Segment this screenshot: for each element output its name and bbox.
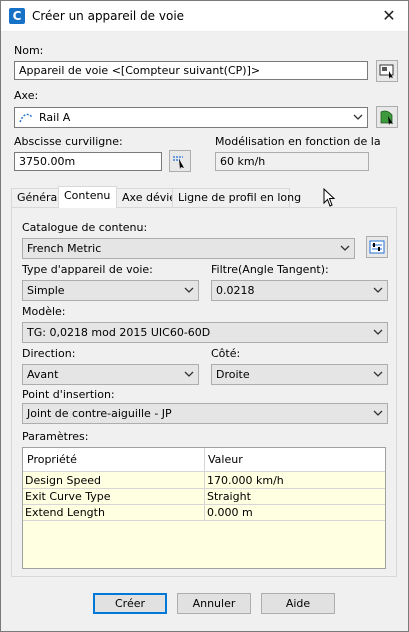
filter-label: Filtre(Angle Tangent):	[211, 263, 329, 276]
help-button[interactable]: Aide	[261, 593, 335, 614]
chevron-down-icon	[373, 371, 383, 377]
insertion-point-select[interactable]: Joint de contre-aiguille - JP	[22, 403, 388, 424]
axis-select-value: Rail A	[39, 111, 71, 124]
pick-from-drawing-icon	[380, 110, 393, 125]
model-select[interactable]: TG: 0,0218 mod 2015 UIC60-60D	[22, 322, 388, 343]
tab-diverging-axis[interactable]: Axe dévié	[116, 188, 176, 207]
name-template-icon	[379, 64, 394, 79]
table-row[interactable]: Exit Curve Type Straight	[23, 489, 385, 505]
chevron-down-icon	[373, 329, 383, 335]
model-value: TG: 0,0218 mod 2015 UIC60-60D	[27, 326, 211, 339]
column-header-property[interactable]: Propriété	[27, 453, 77, 466]
app-logo-icon: C	[9, 8, 25, 24]
column-header-value[interactable]: Valeur	[208, 453, 243, 466]
direction-value: Avant	[27, 368, 59, 381]
catalog-select-value: French Metric	[27, 242, 102, 255]
turnout-type-value: Simple	[27, 284, 65, 297]
model-label: Modèle:	[22, 305, 66, 318]
chevron-down-icon	[373, 410, 383, 416]
axis-label: Axe:	[14, 89, 39, 102]
close-button[interactable]: ✕	[380, 7, 398, 25]
tab-general[interactable]: Général	[11, 188, 60, 207]
catalog-browse-button[interactable]	[366, 236, 388, 258]
station-pick-button[interactable]	[169, 150, 191, 172]
value-cell[interactable]: 0.000 m	[207, 506, 253, 519]
create-button[interactable]: Créer	[93, 593, 167, 614]
table-row[interactable]: Design Speed 170.000 km/h	[23, 473, 385, 489]
filter-value: 0.0218	[216, 284, 255, 297]
catalog-select[interactable]: French Metric	[22, 238, 355, 259]
name-template-button[interactable]	[376, 60, 398, 82]
axis-pick-button[interactable]	[376, 106, 398, 128]
cancel-button[interactable]: Annuler	[177, 593, 251, 614]
design-speed-label: Modélisation en fonction de la	[215, 135, 381, 148]
tab-profile[interactable]: Ligne de profil en long	[172, 188, 301, 207]
turnout-type-select[interactable]: Simple	[22, 280, 199, 301]
chevron-down-icon	[340, 245, 350, 251]
side-value: Droite	[216, 368, 250, 381]
insertion-point-value: Joint de contre-aiguille - JP	[27, 407, 172, 420]
side-label: Côté:	[211, 347, 241, 360]
catalog-settings-icon	[369, 240, 385, 254]
insertion-point-label: Point d'insertion:	[22, 388, 115, 401]
dialog-window: C Créer un appareil de voie ✕ Nom: Appar…	[0, 0, 409, 632]
chevron-down-icon	[184, 287, 194, 293]
property-cell: Extend Length	[25, 506, 105, 519]
catalog-label: Catalogue de contenu:	[22, 221, 148, 234]
property-cell: Exit Curve Type	[25, 490, 111, 503]
axis-select[interactable]: Rail A	[14, 107, 368, 128]
chevron-down-icon	[373, 287, 383, 293]
name-field[interactable]: Appareil de voie <[Compteur suivant(CP)]…	[14, 61, 368, 80]
direction-select[interactable]: Avant	[22, 364, 199, 385]
chevron-down-icon	[184, 371, 194, 377]
title-bar: C Créer un appareil de voie ✕	[1, 1, 408, 32]
mouse-cursor-icon	[323, 188, 336, 207]
parameters-grid: Propriété Valeur Design Speed 170.000 km…	[22, 447, 386, 569]
chevron-down-icon	[353, 114, 363, 120]
value-cell[interactable]: 170.000 km/h	[207, 474, 284, 487]
parameters-label: Paramètres:	[22, 430, 89, 443]
alignment-icon	[19, 113, 33, 123]
filter-select[interactable]: 0.0218	[211, 280, 388, 301]
name-label: Nom:	[14, 44, 44, 57]
pick-station-icon	[173, 156, 184, 169]
design-speed-field: 60 km/h	[215, 152, 369, 171]
direction-label: Direction:	[22, 347, 76, 360]
station-field[interactable]: 3750.00m	[14, 152, 162, 171]
station-label: Abscisse curviligne:	[14, 135, 123, 148]
window-title: Créer un appareil de voie	[32, 9, 185, 23]
tab-content[interactable]: Contenu	[58, 186, 117, 208]
side-select[interactable]: Droite	[211, 364, 388, 385]
property-cell: Design Speed	[25, 474, 101, 487]
turnout-type-label: Type d'appareil de voie:	[22, 263, 153, 276]
table-row[interactable]: Extend Length 0.000 m	[23, 505, 385, 521]
value-cell[interactable]: Straight	[207, 490, 251, 503]
